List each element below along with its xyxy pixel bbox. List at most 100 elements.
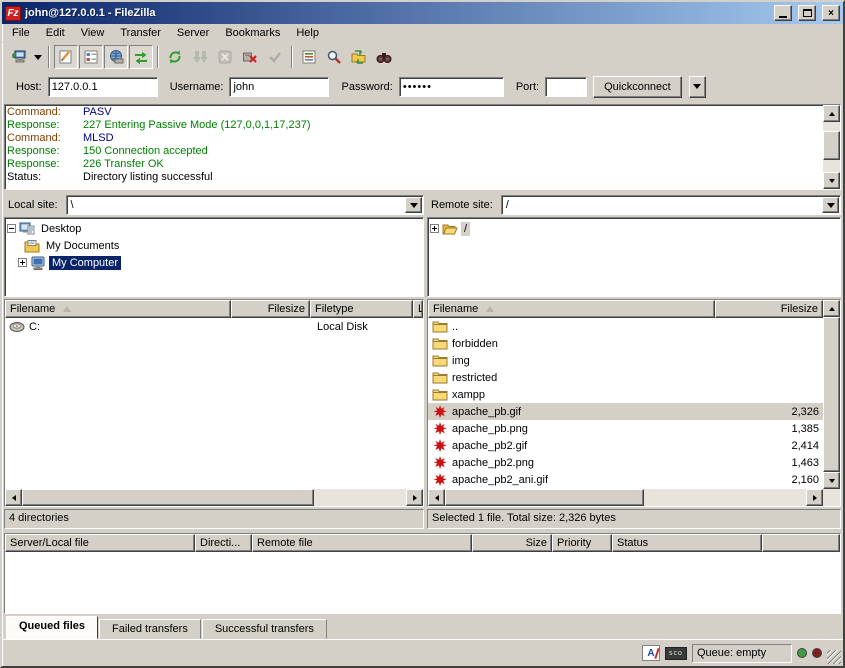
expand-expander-icon[interactable] xyxy=(430,224,439,233)
toolbar-separator xyxy=(48,46,50,68)
synchronized-browsing-icon xyxy=(376,49,392,65)
column-header-priority[interactable]: Priority xyxy=(552,534,612,552)
menu-item-server[interactable]: Server xyxy=(169,25,217,41)
toggle-remote-tree-button[interactable] xyxy=(104,45,128,69)
scrollbar-thumb[interactable] xyxy=(823,131,840,160)
log-vertical-scrollbar[interactable] xyxy=(823,105,840,189)
remote-site-dropdown-button[interactable] xyxy=(822,197,839,213)
menu-item-file[interactable]: File xyxy=(4,25,38,41)
remote-file-row[interactable]: apache_pb2_ani.gif2,160 xyxy=(428,471,823,488)
menu-item-transfer[interactable]: Transfer xyxy=(112,25,169,41)
scrollbar-thumb[interactable] xyxy=(445,489,644,506)
toggle-message-log-button[interactable] xyxy=(54,45,78,69)
scroll-left-button[interactable] xyxy=(428,489,445,506)
remote-file-row[interactable]: apache_pb.png1,385 xyxy=(428,420,823,437)
tree-item-root[interactable]: / xyxy=(430,220,838,237)
disconnect-button[interactable] xyxy=(238,45,262,69)
minimize-button[interactable] xyxy=(774,5,792,21)
synchronized-browsing-button[interactable] xyxy=(372,45,396,69)
titlebar[interactable]: Fz john@127.0.0.1 - FileZilla × xyxy=(2,2,843,24)
tree-item-desktop[interactable]: Desktop xyxy=(7,220,421,237)
password-label: Password: xyxy=(341,81,392,93)
local-horizontal-scrollbar[interactable] xyxy=(5,489,423,506)
column-header-filename[interactable]: Filename xyxy=(5,300,231,318)
tree-item-my-computer[interactable]: My Computer xyxy=(7,254,421,271)
scroll-up-button[interactable] xyxy=(823,300,840,317)
username-label: Username: xyxy=(170,81,224,93)
host-input[interactable] xyxy=(48,77,158,97)
remote-horizontal-scrollbar[interactable] xyxy=(428,489,840,506)
scrollbar-thumb[interactable] xyxy=(823,317,840,472)
desktop-icon xyxy=(19,221,35,237)
column-header-filesize[interactable]: Filesize xyxy=(715,300,823,318)
column-header-status[interactable]: Status xyxy=(612,534,762,552)
refresh-button[interactable] xyxy=(163,45,187,69)
scroll-right-button[interactable] xyxy=(806,489,823,506)
remote-file-row-selected[interactable]: apache_pb.gif2,326 xyxy=(428,403,823,420)
directory-comparison-button[interactable] xyxy=(347,45,371,69)
remote-site-combo[interactable]: / xyxy=(501,195,841,215)
scroll-left-button[interactable] xyxy=(5,489,22,506)
computer-icon xyxy=(30,255,46,271)
scroll-right-button[interactable] xyxy=(406,489,423,506)
tab-failed-transfers[interactable]: Failed transfers xyxy=(99,619,201,639)
toggle-local-tree-button[interactable] xyxy=(79,45,103,69)
column-header-direction[interactable]: Directi... xyxy=(195,534,252,552)
remote-file-row[interactable]: apache_pb2.png1,463 xyxy=(428,454,823,471)
file-search-button[interactable] xyxy=(322,45,346,69)
transfer-type-icon[interactable]: A xyxy=(642,645,660,661)
close-button[interactable]: × xyxy=(822,5,840,21)
site-manager-button[interactable] xyxy=(6,45,30,69)
directory-listing-filters-button[interactable] xyxy=(297,45,321,69)
filezilla-window: Fz john@127.0.0.1 - FileZilla × File Edi… xyxy=(0,0,845,668)
process-queue-button[interactable] xyxy=(188,45,212,69)
scroll-up-button[interactable] xyxy=(823,105,840,122)
speed-limit-icon[interactable]: sco xyxy=(665,647,687,660)
menubar: File Edit View Transfer Server Bookmarks… xyxy=(2,24,843,43)
port-input[interactable] xyxy=(545,77,587,97)
remote-vertical-scrollbar[interactable] xyxy=(823,300,840,489)
local-file-row-c-drive[interactable]: C: Local Disk xyxy=(5,318,423,335)
collapse-expander-icon[interactable] xyxy=(7,224,16,233)
column-header-server-local-file[interactable]: Server/Local file xyxy=(5,534,195,552)
cancel-operation-button[interactable] xyxy=(213,45,237,69)
menu-item-help[interactable]: Help xyxy=(288,25,327,41)
maximize-icon xyxy=(803,9,812,17)
remote-file-row[interactable]: img xyxy=(428,352,823,369)
column-header-last-modified[interactable]: L xyxy=(413,300,423,318)
local-list-body: C: Local Disk xyxy=(5,318,423,489)
remote-file-row[interactable]: restricted xyxy=(428,369,823,386)
site-manager-dropdown-button[interactable] xyxy=(31,45,44,69)
local-list-header: Filename Filesize Filetype L xyxy=(5,300,423,318)
menu-item-edit[interactable]: Edit xyxy=(38,25,73,41)
local-site-combo[interactable]: \ xyxy=(66,195,424,215)
tab-successful-transfers[interactable]: Successful transfers xyxy=(202,619,327,639)
column-header-size[interactable]: Size xyxy=(472,534,552,552)
scrollbar-thumb[interactable] xyxy=(22,489,314,506)
menu-item-view[interactable]: View xyxy=(73,25,113,41)
remote-file-row[interactable]: xampp xyxy=(428,386,823,403)
menu-item-bookmarks[interactable]: Bookmarks xyxy=(217,25,288,41)
remote-file-row[interactable]: forbidden xyxy=(428,335,823,352)
reconnect-button[interactable] xyxy=(263,45,287,69)
maximize-button[interactable] xyxy=(798,5,816,21)
expand-expander-icon[interactable] xyxy=(18,258,27,267)
column-header-filetype[interactable]: Filetype xyxy=(310,300,413,318)
remote-file-row[interactable]: apache_pb2.gif2,414 xyxy=(428,437,823,454)
scroll-down-button[interactable] xyxy=(823,172,840,189)
tree-item-my-documents[interactable]: My Documents xyxy=(7,237,421,254)
password-input[interactable] xyxy=(399,77,504,97)
column-header-filename[interactable]: Filename xyxy=(428,300,715,318)
toggle-local-tree-icon xyxy=(83,49,99,65)
tab-queued-files[interactable]: Queued files xyxy=(6,616,98,639)
remote-file-row[interactable]: .. xyxy=(428,318,823,335)
local-site-dropdown-button[interactable] xyxy=(405,197,422,213)
username-input[interactable] xyxy=(229,77,329,97)
resize-grip[interactable] xyxy=(827,650,841,664)
scroll-down-button[interactable] xyxy=(823,472,840,489)
column-header-filesize[interactable]: Filesize xyxy=(231,300,310,318)
column-header-remote-file[interactable]: Remote file xyxy=(252,534,472,552)
toggle-transfer-queue-button[interactable] xyxy=(129,45,153,69)
quickconnect-button[interactable]: Quickconnect xyxy=(593,76,682,98)
quickconnect-dropdown-button[interactable] xyxy=(689,76,706,98)
